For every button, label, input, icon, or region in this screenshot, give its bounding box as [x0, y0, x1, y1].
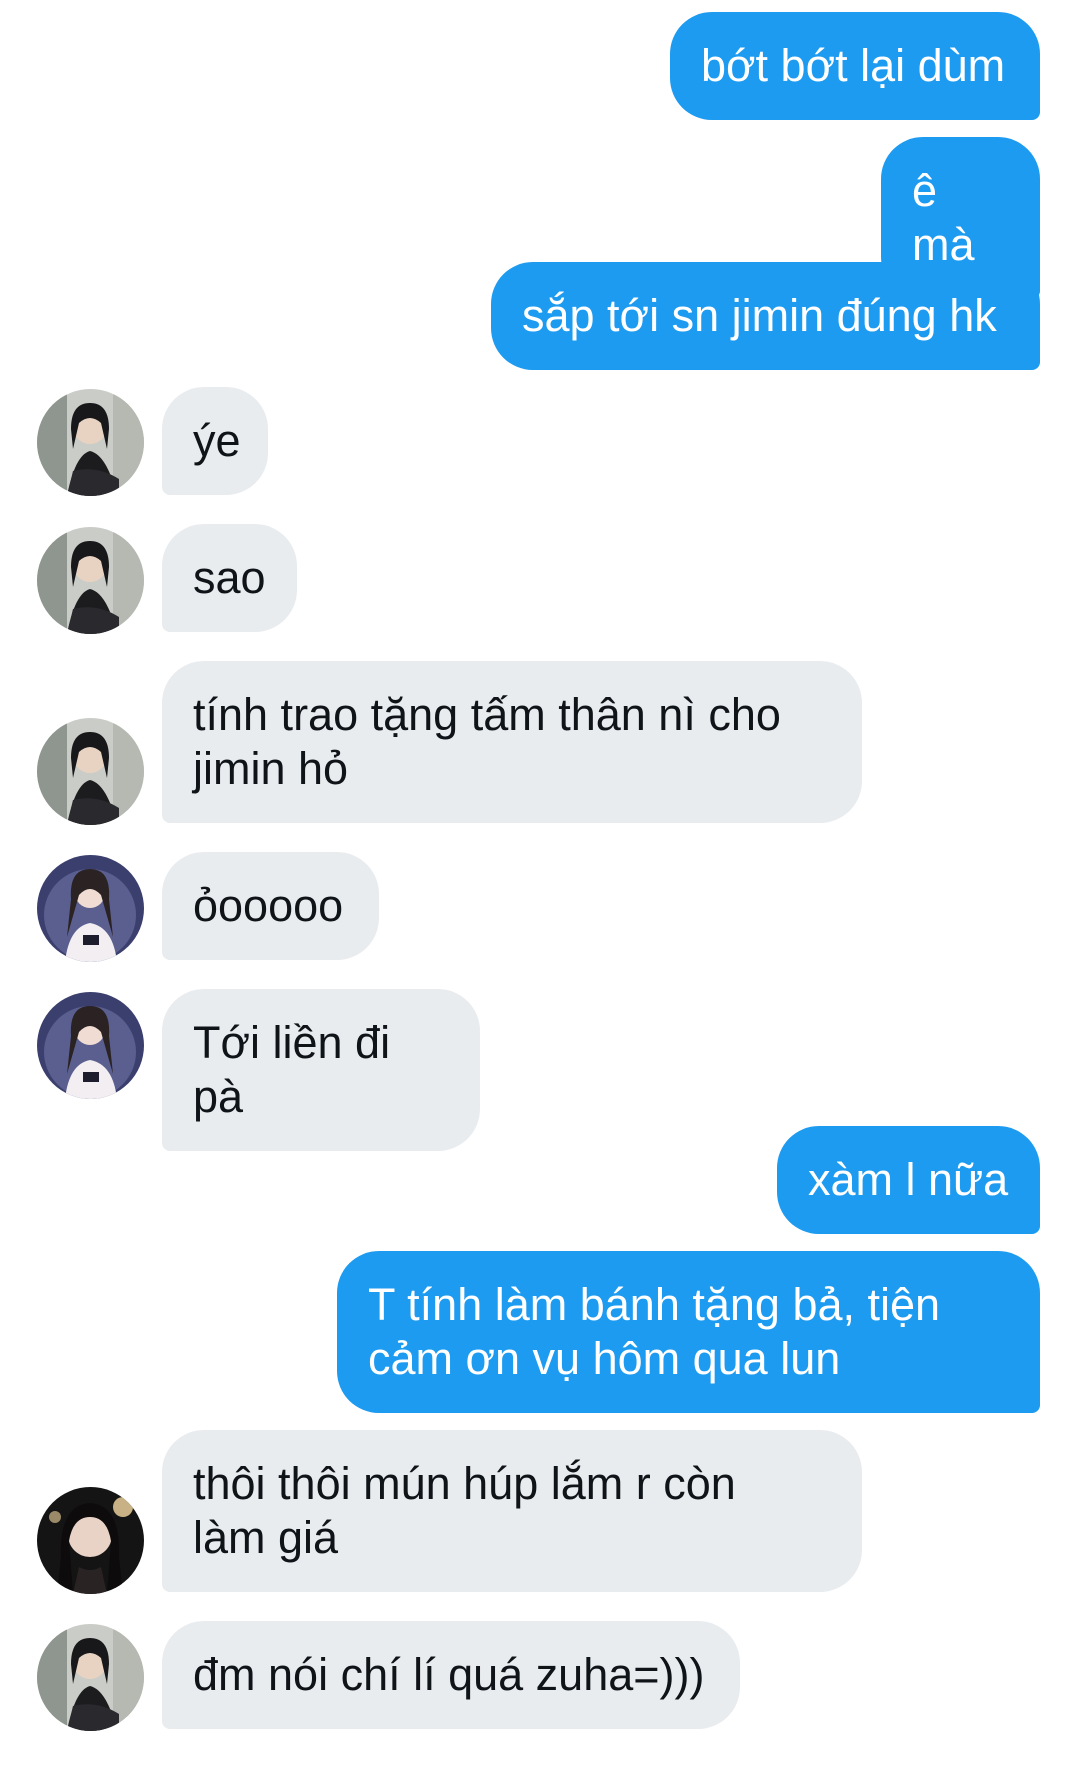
message-row-incoming: tính trao tặng tấm thân nì cho jimin hỏ [0, 661, 1073, 827]
message-row-outgoing: xàm l nữa [0, 1126, 1073, 1238]
message-row-incoming: ýe [0, 387, 1073, 499]
outgoing-message-bubble[interactable]: bớt bớt lại dùm [670, 12, 1040, 120]
outgoing-message-bubble[interactable]: T tính làm bánh tặng bả, tiện cảm ơn vụ … [337, 1251, 1040, 1413]
message-row-outgoing: ê mà [0, 137, 1073, 299]
incoming-message-bubble[interactable]: sao [162, 524, 297, 632]
profile-photo-a[interactable] [37, 1624, 144, 1731]
incoming-message-bubble[interactable]: ỏooooo [162, 852, 379, 960]
message-row-incoming: Tới liền đi pà [0, 989, 1073, 1151]
profile-photo-a[interactable] [37, 527, 144, 634]
message-row-incoming: thôi thôi mún húp lắm r còn làm giá [0, 1430, 1073, 1596]
profile-photo-a[interactable] [37, 389, 144, 496]
incoming-message-bubble[interactable]: tính trao tặng tấm thân nì cho jimin hỏ [162, 661, 862, 823]
incoming-message-bubble[interactable]: thôi thôi mún húp lắm r còn làm giá [162, 1430, 862, 1592]
message-row-incoming: sao [0, 524, 1073, 636]
dm-conversation: bớt bớt lại dùm ê mà sắp tới sn jimin đú… [0, 0, 1073, 1788]
outgoing-message-bubble[interactable]: sắp tới sn jimin đúng hk [491, 262, 1040, 370]
incoming-message-bubble[interactable]: đm nói chí lí quá zuha=))) [162, 1621, 740, 1729]
message-row-outgoing: sắp tới sn jimin đúng hk [0, 262, 1073, 374]
message-row-incoming: ỏooooo [0, 852, 1073, 964]
outgoing-message-bubble[interactable]: xàm l nữa [777, 1126, 1040, 1234]
profile-photo-b[interactable] [37, 855, 144, 962]
profile-photo-c[interactable] [37, 1487, 144, 1594]
message-row-outgoing: bớt bớt lại dùm [0, 12, 1073, 124]
message-row-outgoing: T tính làm bánh tặng bả, tiện cảm ơn vụ … [0, 1251, 1073, 1417]
message-row-incoming: đm nói chí lí quá zuha=))) [0, 1621, 1073, 1733]
profile-photo-a[interactable] [37, 718, 144, 825]
profile-photo-b[interactable] [37, 992, 144, 1099]
incoming-message-bubble[interactable]: ýe [162, 387, 268, 495]
